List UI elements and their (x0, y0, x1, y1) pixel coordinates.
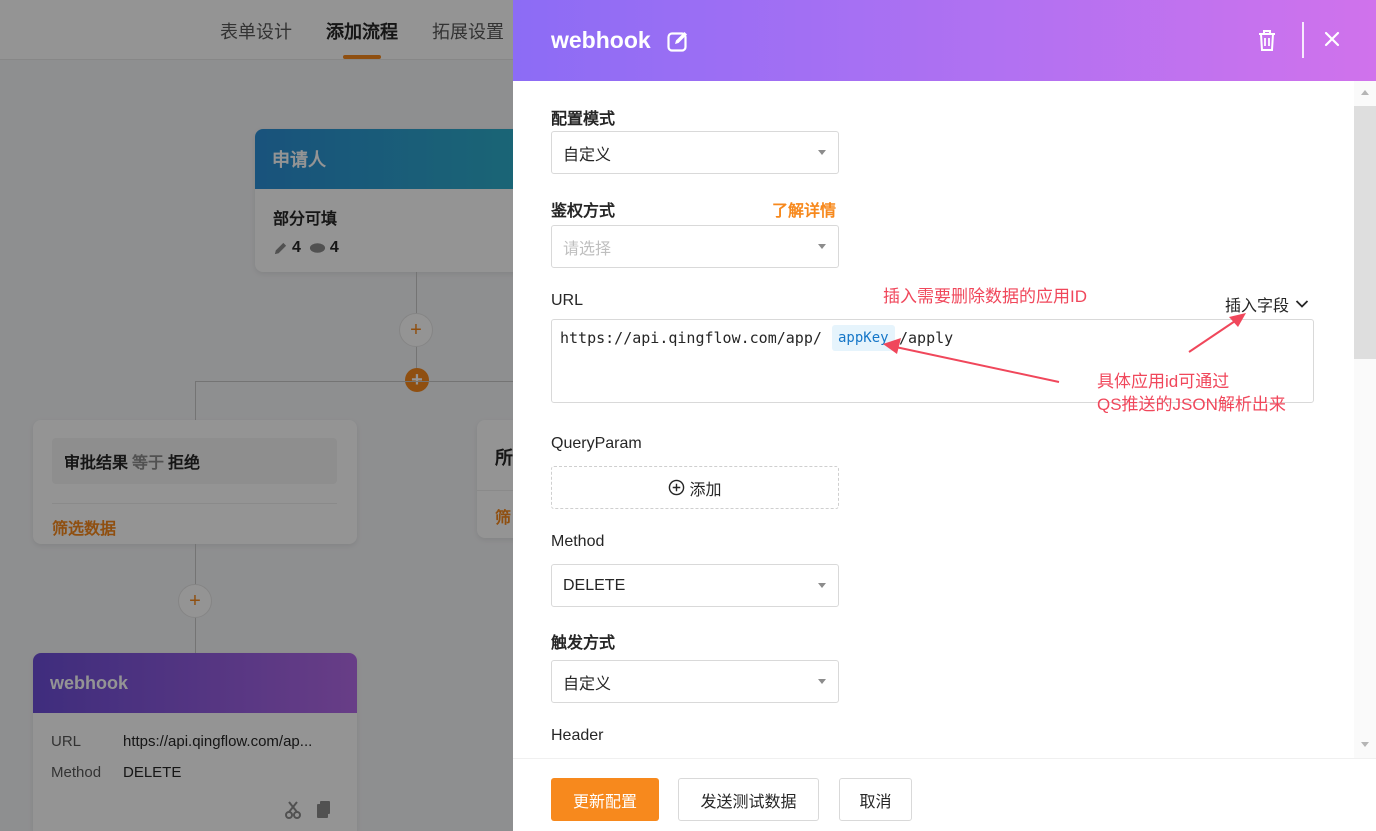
drawer-title: webhook (551, 27, 651, 53)
scroll-thumb[interactable] (1354, 106, 1376, 359)
drawer-header: webhook (513, 0, 1376, 81)
header-divider (1302, 22, 1304, 58)
scroll-down-icon[interactable] (1361, 742, 1369, 747)
plus-circle-icon (669, 479, 685, 496)
caret-down-icon (818, 583, 826, 588)
method-label: Method (551, 533, 605, 550)
trash-icon[interactable] (1256, 28, 1278, 52)
trigger-select[interactable]: 自定义 (551, 660, 839, 703)
drawer-scrollbar[interactable] (1354, 81, 1376, 758)
annotation-arrows (883, 313, 1246, 383)
update-config-button[interactable]: 更新配置 (551, 778, 659, 821)
edit-title-icon[interactable] (666, 29, 690, 53)
caret-down-icon (818, 679, 826, 684)
drawer-body: 配置模式 自定义 鉴权方式 了解详情 请选择 URL 插入字段 https://… (513, 81, 1354, 758)
method-value: DELETE (563, 576, 626, 594)
modal-mask[interactable] (0, 0, 513, 831)
close-icon[interactable] (1323, 30, 1341, 48)
header-label: Header (551, 727, 604, 744)
method-select[interactable]: DELETE (551, 564, 839, 607)
trigger-label: 触发方式 (551, 635, 616, 652)
send-test-data-button[interactable]: 发送测试数据 (678, 778, 819, 821)
webhook-config-drawer: webhook 配置模式 自定义 鉴权方式 了解详情 请选择 URL 插入字段 (513, 0, 1376, 831)
cancel-button[interactable]: 取消 (839, 778, 912, 821)
trigger-value: 自定义 (563, 675, 612, 693)
drawer-footer: 更新配置 发送测试数据 取消 (513, 758, 1376, 831)
scroll-up-icon[interactable] (1361, 90, 1369, 95)
